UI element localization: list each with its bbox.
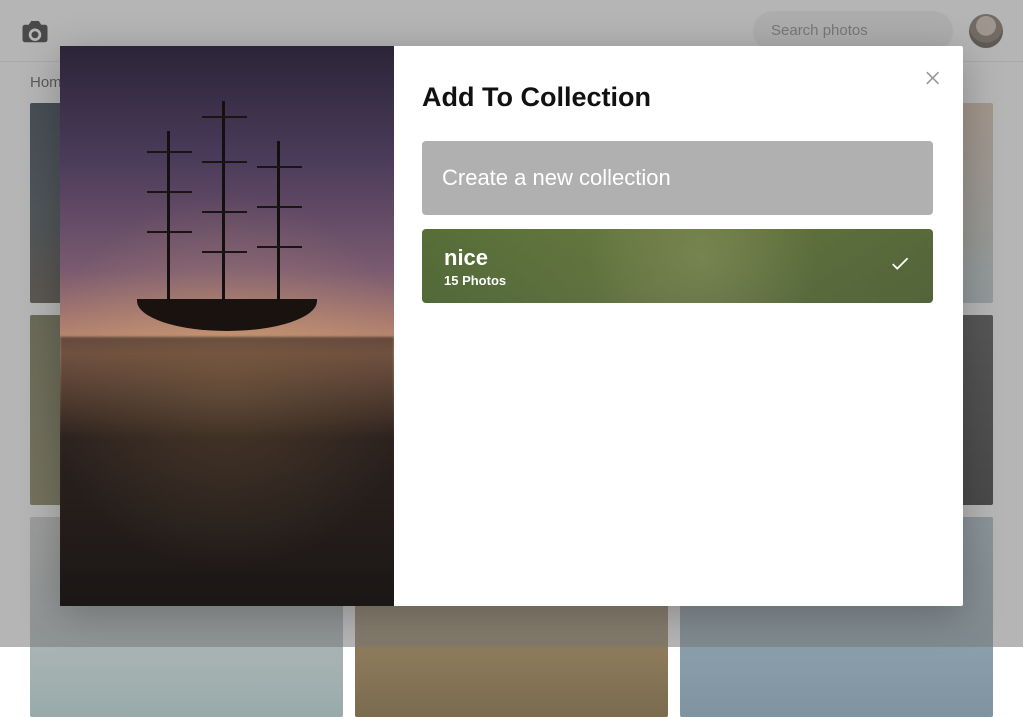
- create-collection-button[interactable]: Create a new collection: [422, 141, 933, 215]
- create-collection-label: Create a new collection: [442, 165, 671, 190]
- collection-item-nice[interactable]: nice 15 Photos: [422, 229, 933, 303]
- collection-name: nice: [444, 245, 506, 271]
- collection-count: 15 Photos: [444, 273, 506, 288]
- modal-title: Add To Collection: [422, 82, 933, 113]
- modal-body: Add To Collection Create a new collectio…: [394, 46, 963, 606]
- add-to-collection-modal: Add To Collection Create a new collectio…: [60, 46, 963, 606]
- check-icon: [889, 253, 911, 280]
- modal-preview-image: [60, 46, 394, 606]
- close-icon[interactable]: [921, 66, 945, 90]
